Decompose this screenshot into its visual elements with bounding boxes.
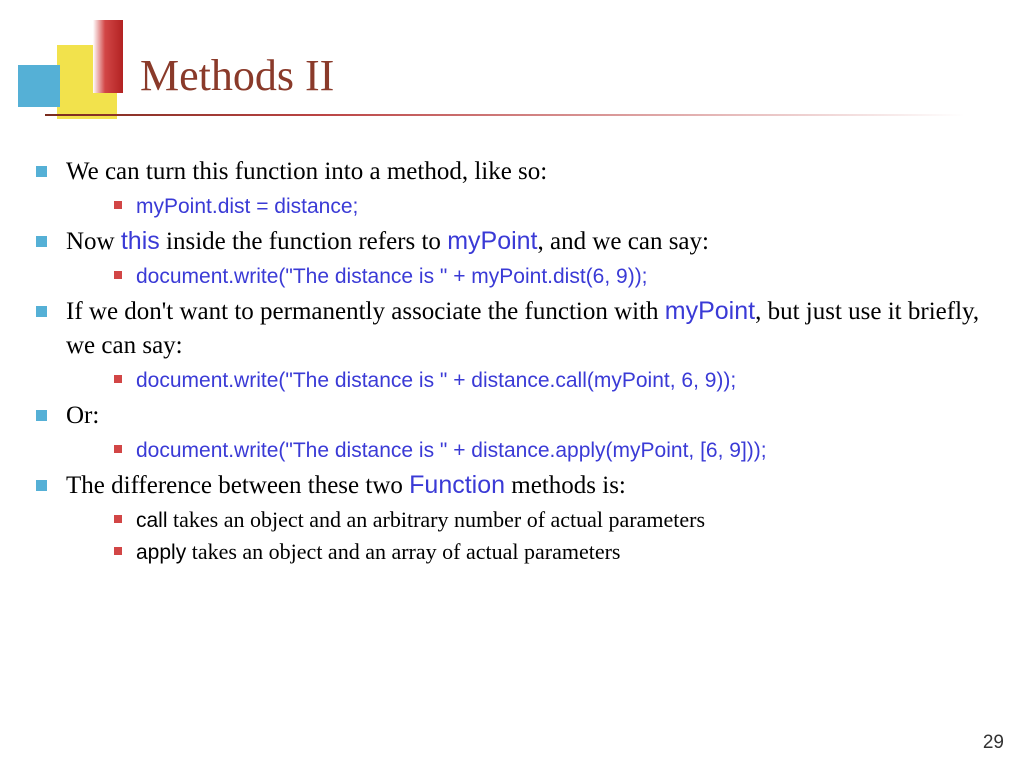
kw-function: Function bbox=[409, 471, 505, 499]
bullet-5-sub1: call takes an object and an arbitrary nu… bbox=[66, 505, 990, 535]
bullet-4: Or: document.write("The distance is " + … bbox=[30, 399, 990, 465]
bullet-4-sublist: document.write("The distance is " + dist… bbox=[66, 435, 990, 465]
bullet-list-level1: We can turn this function into a method,… bbox=[30, 155, 990, 568]
bullet-2-pre: Now bbox=[66, 228, 121, 255]
bullet-2-sublist: document.write("The distance is " + myPo… bbox=[66, 261, 990, 291]
bullet-1-text: We can turn this function into a method,… bbox=[66, 158, 547, 185]
slide-container: Methods II We can turn this function int… bbox=[0, 0, 1024, 768]
code-docwrite-1: document.write("The distance is " + myPo… bbox=[136, 265, 648, 288]
bullet-4-code: document.write("The distance is " + dist… bbox=[66, 435, 990, 465]
bullet-5-sub2: apply takes an object and an array of ac… bbox=[66, 537, 990, 567]
bullet-2-mid: inside the function refers to bbox=[160, 228, 447, 255]
bullet-5-sub2-text: takes an object and an array of actual p… bbox=[186, 539, 620, 564]
bullet-1: We can turn this function into a method,… bbox=[30, 155, 990, 221]
decor-square-cyan bbox=[18, 65, 60, 107]
kw-this: this bbox=[121, 227, 160, 255]
bullet-5-post: methods is: bbox=[505, 472, 626, 499]
decor-square-red bbox=[93, 20, 123, 93]
bullet-1-sublist: myPoint.dist = distance; bbox=[66, 191, 990, 221]
page-number: 29 bbox=[983, 732, 1004, 754]
slide-title: Methods II bbox=[140, 50, 334, 101]
code-docwrite-2: document.write("The distance is " + dist… bbox=[136, 369, 736, 392]
bullet-5: The difference between these two Functio… bbox=[30, 469, 990, 567]
bullet-3-code: document.write("The distance is " + dist… bbox=[66, 365, 990, 395]
bullet-2-code: document.write("The distance is " + myPo… bbox=[66, 261, 990, 291]
kw-mypoint-1: myPoint bbox=[447, 227, 537, 255]
bullet-4-pre: Or: bbox=[66, 402, 99, 429]
bullet-1-code: myPoint.dist = distance; bbox=[66, 191, 990, 221]
kw-mypoint-2: myPoint bbox=[665, 297, 755, 325]
bullet-2: Now this inside the function refers to m… bbox=[30, 225, 990, 291]
bullet-5-sub1-text: takes an object and an arbitrary number … bbox=[168, 507, 706, 532]
kw-apply: apply bbox=[136, 541, 186, 564]
bullet-2-post: , and we can say: bbox=[538, 228, 709, 255]
bullet-3-pre: If we don't want to permanently associat… bbox=[66, 298, 665, 325]
slide-body: We can turn this function into a method,… bbox=[30, 155, 990, 572]
kw-call: call bbox=[136, 509, 168, 532]
code-assign: myPoint.dist = distance; bbox=[136, 195, 358, 218]
bullet-5-pre: The difference between these two bbox=[66, 472, 409, 499]
bullet-5-sublist: call takes an object and an arbitrary nu… bbox=[66, 505, 990, 568]
title-underline bbox=[45, 114, 965, 116]
code-docwrite-3: document.write("The distance is " + dist… bbox=[136, 439, 767, 462]
bullet-3: If we don't want to permanently associat… bbox=[30, 295, 990, 395]
bullet-3-sublist: document.write("The distance is " + dist… bbox=[66, 365, 990, 395]
